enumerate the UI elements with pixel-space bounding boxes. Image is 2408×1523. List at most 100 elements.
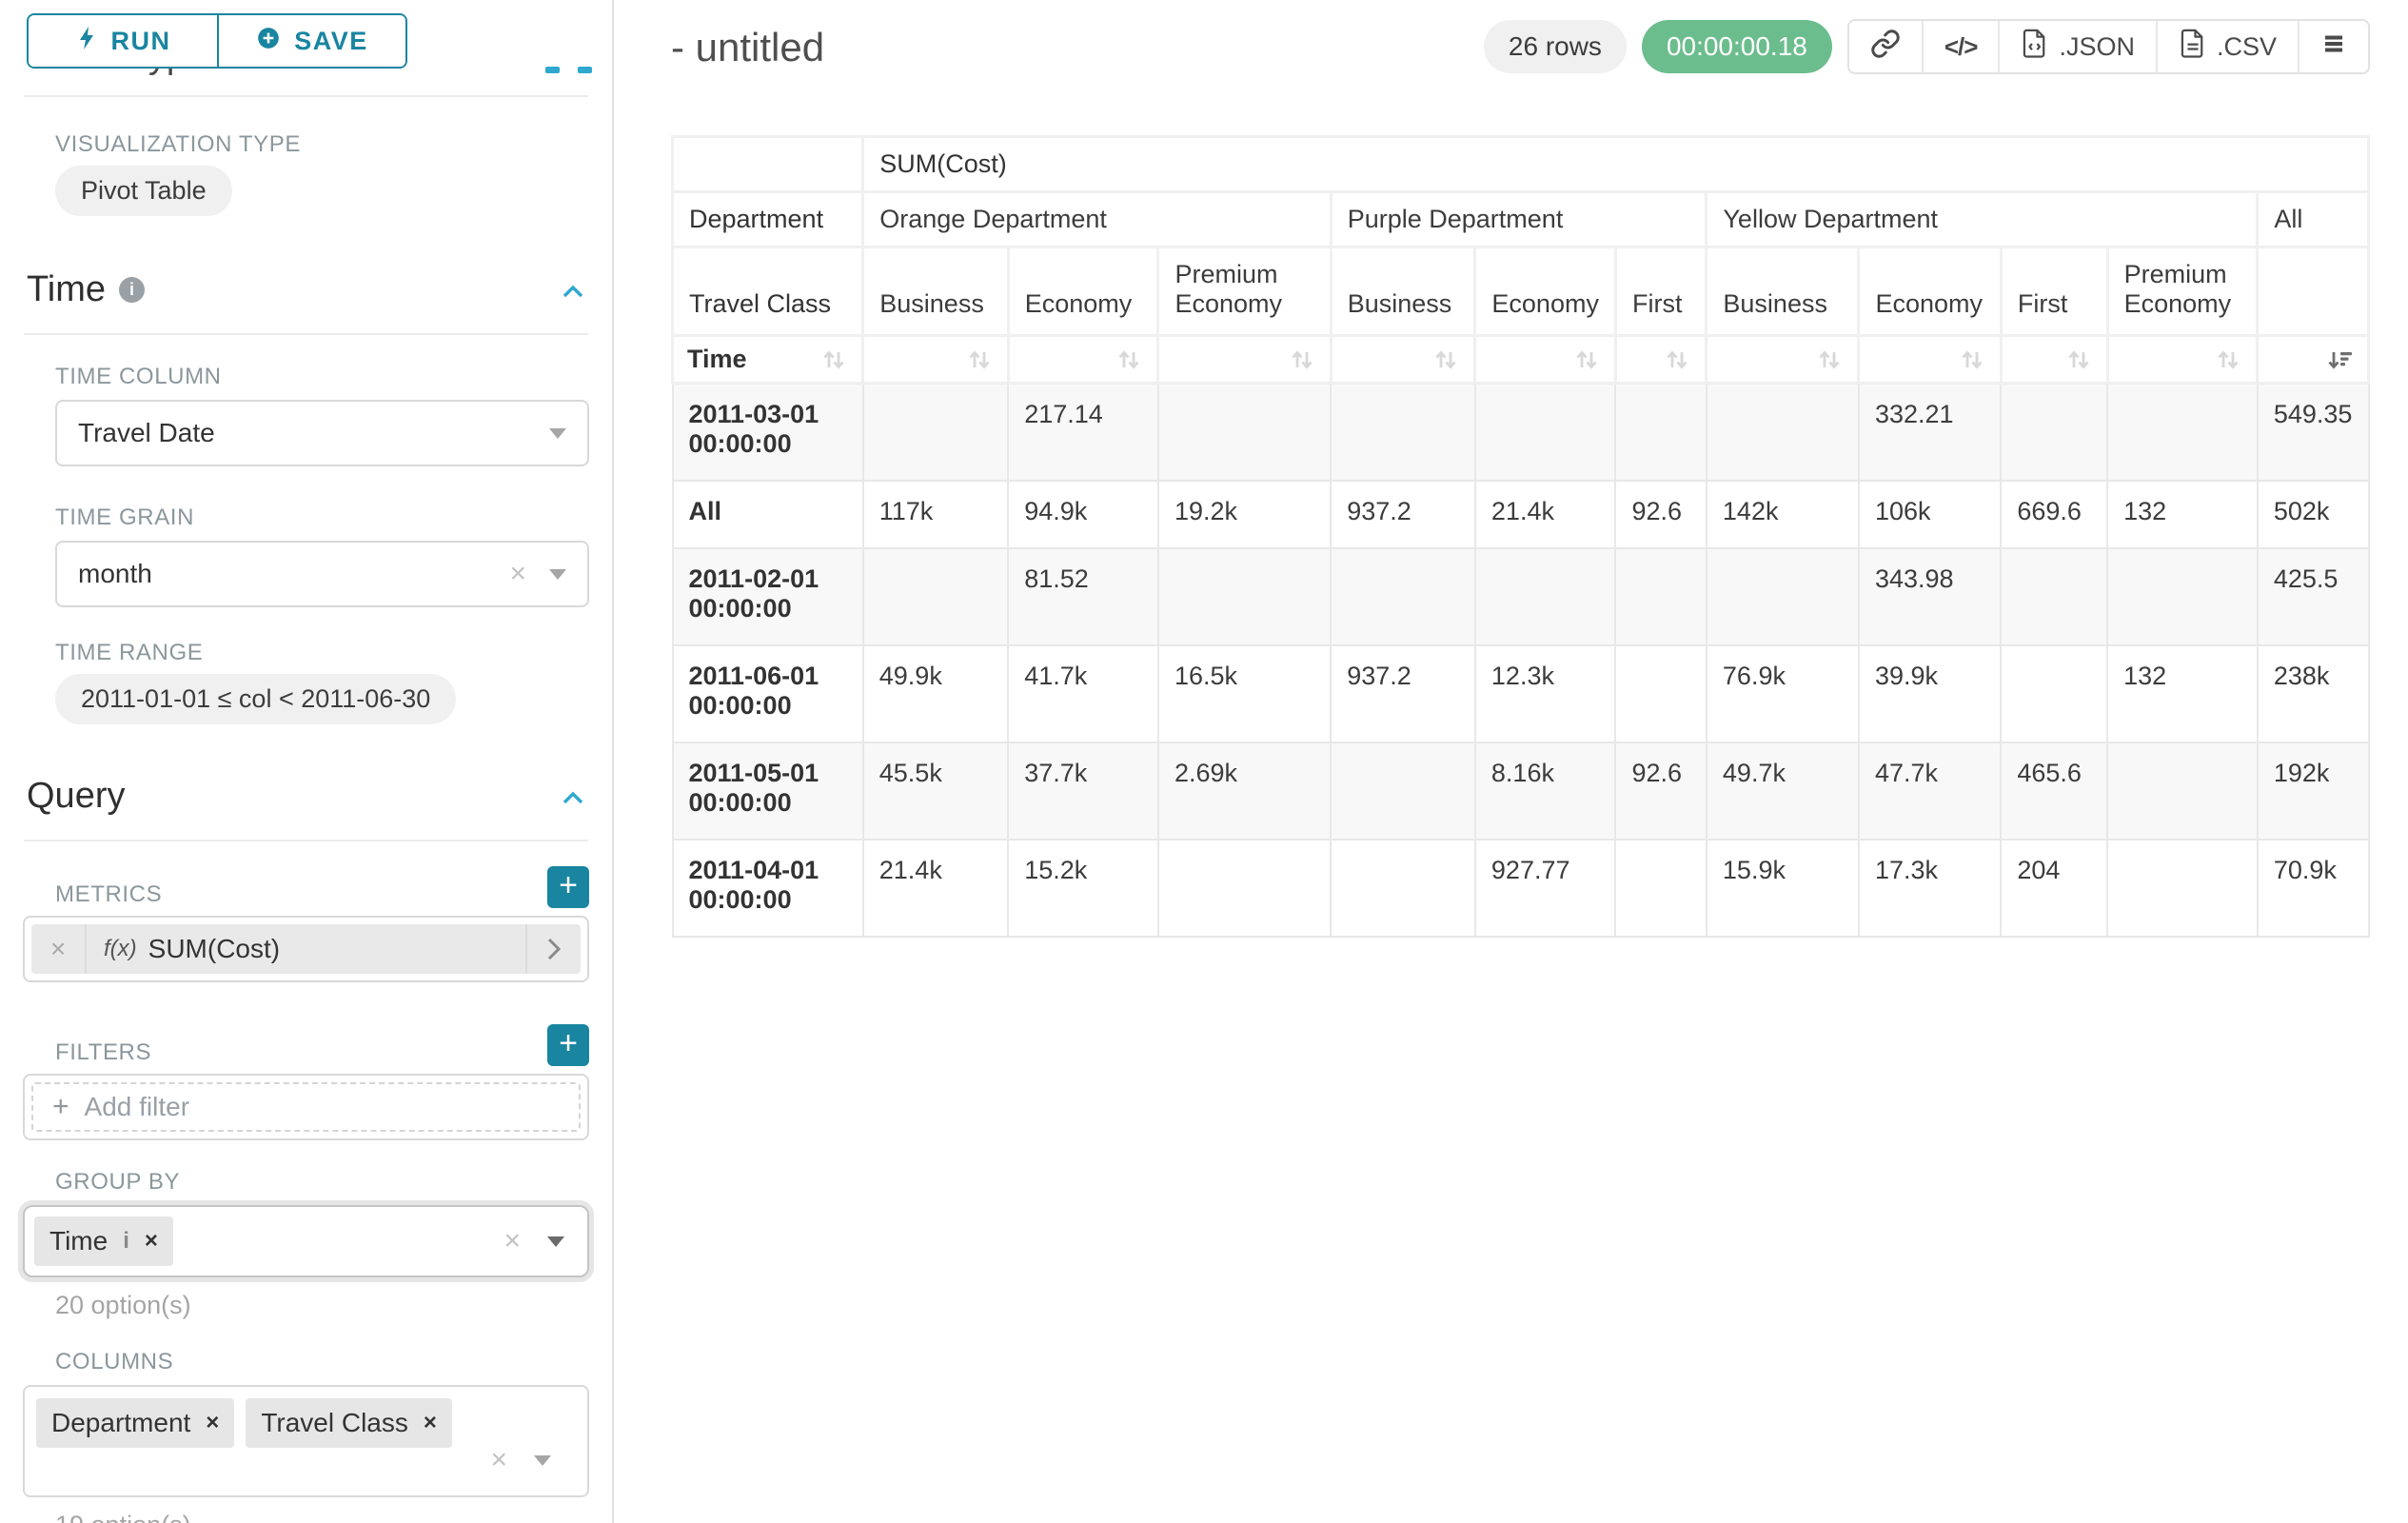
remove-token-icon[interactable]: ×	[424, 1410, 437, 1436]
column-sort-header[interactable]	[2258, 336, 2369, 384]
chevron-up-icon[interactable]	[561, 269, 585, 310]
pivot-value-cell	[1707, 384, 1859, 482]
column-sort-header[interactable]	[1707, 336, 1859, 384]
pivot-value-cell	[1475, 384, 1616, 482]
chevron-up-icon[interactable]	[561, 776, 585, 817]
pivot-value-cell	[2001, 645, 2107, 742]
clear-icon[interactable]: ×	[509, 560, 526, 588]
column-sort-header[interactable]	[1859, 336, 2001, 384]
sort-icon[interactable]	[1431, 346, 1460, 374]
pivot-value-cell	[2001, 384, 2107, 482]
sort-icon[interactable]	[1958, 346, 1986, 374]
column-leaf-header: Economy	[1859, 247, 2001, 336]
add-metric-button[interactable]: +	[547, 866, 589, 908]
column-sort-header[interactable]	[2001, 336, 2107, 384]
pivot-value-cell: 927.77	[1475, 840, 1616, 937]
pivot-value-cell: 92.6	[1615, 481, 1706, 548]
time-grain-select[interactable]: month ×	[55, 541, 589, 607]
remove-metric-icon[interactable]: ×	[31, 934, 85, 964]
lightning-icon	[75, 26, 98, 57]
short-link-button[interactable]	[1849, 21, 1922, 72]
time-column-select[interactable]: Travel Date	[55, 400, 589, 466]
pivot-value-cell: 425.5	[2258, 548, 2369, 645]
pivot-value-cell: 76.9k	[1707, 645, 1859, 742]
plus-circle-icon	[256, 26, 281, 57]
save-button[interactable]: SAVE	[217, 15, 405, 67]
column-leaf-header: Business	[1707, 247, 1859, 336]
pivot-value-cell	[1615, 645, 1706, 742]
sort-icon[interactable]	[965, 346, 994, 374]
column-leaf-header: Premium Economy	[1158, 247, 1331, 336]
export-csv-button[interactable]: .CSV	[2156, 21, 2298, 72]
time-section-header[interactable]: Time i	[0, 269, 612, 310]
sort-icon[interactable]	[1663, 346, 1691, 374]
explore-sidebar: Chart Type RUN SAVE VISUALIZATION TYPE P…	[0, 0, 614, 1523]
chevron-right-icon[interactable]	[527, 937, 581, 961]
pivot-value-cell	[1475, 548, 1616, 645]
column-sort-header[interactable]	[1475, 336, 1616, 384]
view-query-button[interactable]: </>	[1922, 21, 1999, 72]
pivot-value-cell: 41.7k	[1008, 645, 1158, 742]
time-column-label: TIME COLUMN	[55, 364, 589, 390]
pivot-row: 2011-06-01 00:00:0049.9k41.7k16.5k937.21…	[673, 645, 2369, 742]
section-divider	[24, 333, 588, 335]
run-button[interactable]: RUN	[29, 15, 217, 67]
sort-icon[interactable]	[2214, 346, 2242, 374]
export-json-button[interactable]: .JSON	[1998, 21, 2156, 72]
add-filter-button[interactable]: +	[547, 1024, 589, 1066]
pivot-value-cell	[1615, 840, 1706, 937]
chart-title[interactable]: - untitled	[671, 19, 824, 70]
sort-icon[interactable]	[1572, 346, 1601, 374]
pivot-value-cell: 502k	[2258, 481, 2369, 548]
column-sort-header[interactable]	[1615, 336, 1706, 384]
sort-desc-icon[interactable]	[2325, 346, 2354, 374]
more-menu-button[interactable]	[2298, 21, 2368, 72]
link-icon	[1870, 29, 1901, 66]
clear-icon[interactable]: ×	[503, 1227, 521, 1256]
time-range-value[interactable]: 2011-01-01 ≤ col < 2011-06-30	[55, 674, 456, 724]
group-by-select[interactable]: Timei× ×	[23, 1205, 589, 1277]
pivot-value-cell: 217.14	[1008, 384, 1158, 482]
metric-pill[interactable]: × f(x) SUM(Cost)	[31, 924, 581, 974]
pivot-value-cell: 204	[2001, 840, 2107, 937]
sort-icon[interactable]	[819, 346, 848, 374]
sort-icon[interactable]	[2064, 346, 2093, 374]
pivot-value-cell	[2107, 548, 2258, 645]
group-by-token[interactable]: Timei×	[34, 1216, 173, 1266]
column-sort-header[interactable]	[863, 336, 1008, 384]
columns-select[interactable]: Department×Travel Class× ×	[23, 1385, 589, 1497]
visualization-type-value[interactable]: Pivot Table	[55, 166, 232, 216]
sort-icon[interactable]	[1288, 346, 1316, 374]
columns-token[interactable]: Travel Class×	[246, 1398, 452, 1448]
run-button-label: RUN	[111, 27, 171, 56]
pivot-corner-cell	[673, 137, 863, 192]
time-sort-header[interactable]: Time	[673, 336, 863, 384]
filters-label: FILTERS	[55, 1039, 151, 1066]
pivot-value-cell: 19.2k	[1158, 481, 1331, 548]
add-filter-dropzone[interactable]: + Add filter	[31, 1082, 581, 1132]
sort-icon[interactable]	[1115, 346, 1143, 374]
pivot-value-cell	[2107, 840, 2258, 937]
query-section-header[interactable]: Query	[0, 776, 612, 817]
pivot-value-cell: 94.9k	[1008, 481, 1158, 548]
json-file-icon	[2021, 29, 2049, 66]
remove-token-icon[interactable]: ×	[145, 1228, 158, 1255]
pivot-value-cell: 238k	[2258, 645, 2369, 742]
clipped-icon	[545, 67, 560, 73]
clear-icon[interactable]: ×	[490, 1446, 507, 1474]
visualization-type-label: VISUALIZATION TYPE	[55, 131, 589, 158]
csv-file-icon	[2179, 29, 2207, 66]
sort-icon[interactable]	[1815, 346, 1844, 374]
column-sort-header[interactable]	[1008, 336, 1158, 384]
pivot-value-cell: 17.3k	[1859, 840, 2001, 937]
pivot-value-cell: 15.2k	[1008, 840, 1158, 937]
export-toolbar: </> .JSON .CSV	[1847, 19, 2370, 74]
column-sort-header[interactable]	[2107, 336, 2258, 384]
pivot-value-cell: 937.2	[1331, 645, 1475, 742]
remove-token-icon[interactable]: ×	[206, 1410, 219, 1436]
columns-token[interactable]: Department×	[36, 1398, 234, 1448]
pivot-value-cell	[1707, 548, 1859, 645]
query-section-title: Query	[27, 776, 125, 817]
column-sort-header[interactable]	[1331, 336, 1475, 384]
column-sort-header[interactable]	[1158, 336, 1331, 384]
